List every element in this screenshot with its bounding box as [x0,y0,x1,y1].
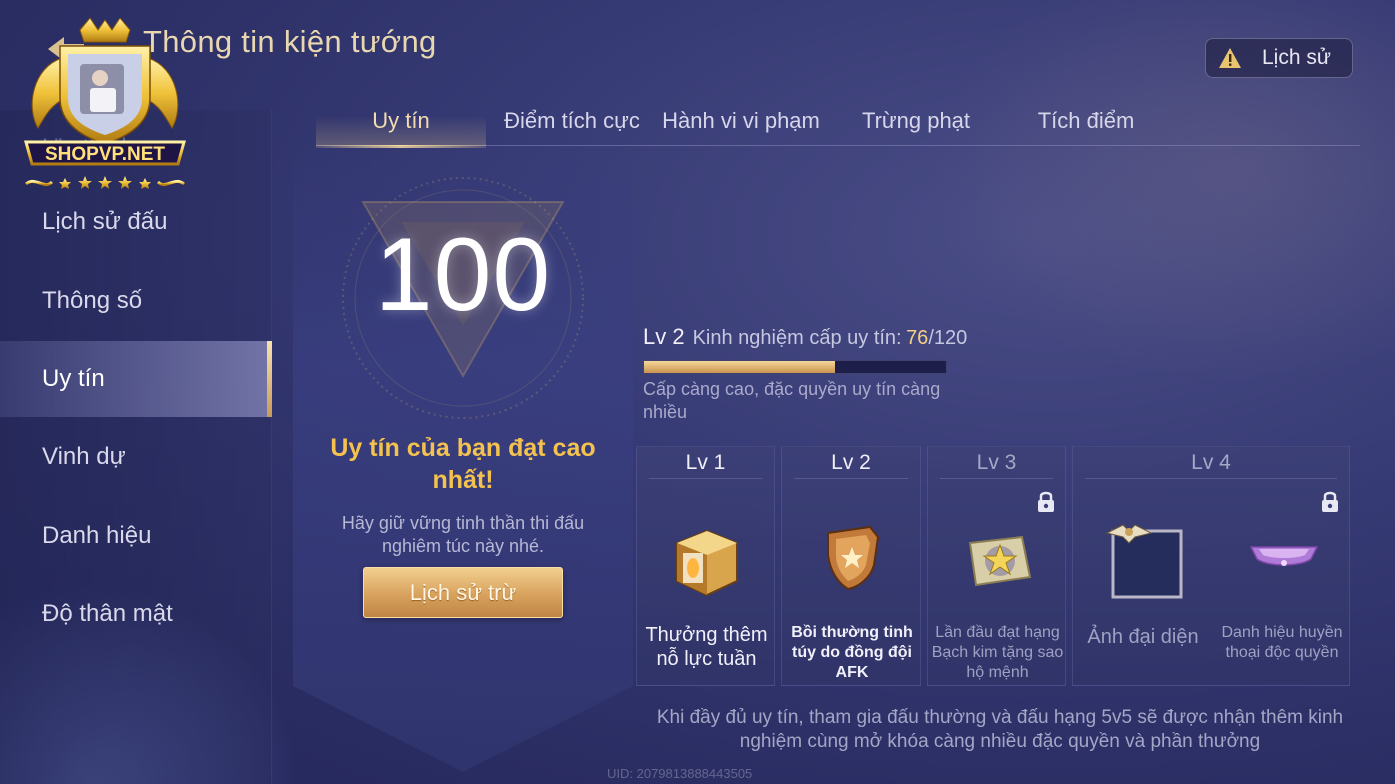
sidebar-item-stats[interactable]: Thông số [0,263,272,339]
tab-positive-points[interactable]: Điểm tích cực [492,96,652,146]
reward-caption: Lần đầu đạt hạng Bạch kim tặng sao hộ mệ… [931,624,1064,681]
deduction-history-label: Lịch sử trừ [409,579,517,605]
sidebar-item-label: Danh hiệu [42,522,152,549]
deduction-history-button[interactable]: Lịch sử trừ [363,567,563,618]
level-info: Lv 2 Kinh nghiệm cấp uy tín: 76/120 [643,324,967,350]
tab-bar: Uy tín Điểm tích cực Hành vi vi phạm Trừ… [316,96,1360,148]
reward-card-lv1[interactable]: Lv 1 Thưởng thêm nỗ lực tuần [636,446,775,686]
reward-caption: Thưởng thêm nỗ lực tuần [645,624,768,670]
tab-reputation[interactable]: Uy tín [316,96,486,148]
sidebar-item-label: Lịch sử đấu [42,208,168,235]
reward-caption: Ảnh đại diện [1087,626,1199,648]
purple-title-icon [1249,546,1319,566]
tab-label: Uy tín [372,108,430,133]
sidebar-item-label: Vinh dự [42,443,126,470]
tab-punishments[interactable]: Trừng phạt [836,96,996,146]
reward-caption: Danh hiệu huyền thoại độc quyền [1221,624,1343,661]
tab-label: Hành vi vi phạm [662,108,820,133]
exp-current: 76 [906,327,929,349]
sidebar-item-label: Uy tín [42,365,105,392]
sidebar-item-reputation[interactable]: Uy tín [0,341,272,417]
sidebar-item-match-history[interactable]: Lịch sử đấu [0,184,272,260]
golden-chest-icon [676,529,738,597]
tab-label: Tích điểm [1037,108,1135,133]
level-note: Cấp càng cao, đặc quyền uy tín càng nhiề… [643,379,941,422]
sidebar: Ưa thích Lịch sử đấu Thông số Uy tín Vin… [0,110,272,784]
reward-card-lv4[interactable]: Lv 4 Ảnh đại diện Danh hiệu huyền thoại … [1072,446,1350,686]
sidebar-item-honor[interactable]: Vinh dự [0,419,272,495]
reputation-score: 100 [374,217,552,333]
level-label: Lv 2 [643,324,685,349]
sidebar-item-label: Độ thân mật [42,600,173,627]
score-subtext: Hãy giữ vững tinh thần thi đấu nghiêm tú… [341,513,585,556]
reward-level-label: Lv 4 [1085,447,1337,479]
footer-note: Khi đầy đủ uy tín, tham gia đấu thường v… [656,707,1344,752]
bronze-shield-icon [827,525,880,591]
reward-card-lv3[interactable]: Lv 3 Lần đầu đạt hạng Bạch kim tặng sao … [927,446,1066,686]
star-card-icon [968,535,1032,587]
history-button-label: Lịch sử [1262,46,1331,69]
lock-icon [1038,491,1054,512]
sidebar-item-intimacy[interactable]: Độ thân mật [0,576,272,652]
exp-progress-bar [643,360,947,374]
reward-level-label: Lv 2 [794,447,908,479]
score-headline: Uy tín của bạn đạt cao nhất! [330,434,596,494]
reward-card-lv2[interactable]: Lv 2 Bồi thường tinh túy do đồng đội AFK [781,446,921,686]
tab-label: Trừng phạt [861,108,971,133]
tab-label: Điểm tích cực [504,108,640,133]
exp-progress-fill [644,361,836,373]
exp-label: Kinh nghiệm cấp uy tín: [692,327,902,349]
lock-icon [1322,491,1338,512]
user-uid: UID: 2079813888443505 [607,766,753,781]
logo-text: SHOPVP.NET [45,144,165,165]
page-title: Thông tin kiện tướng [143,24,437,59]
avatar-frame-icon [1105,524,1183,599]
reward-caption: Bồi thường tinh túy do đồng đội AFK [791,624,913,681]
history-button[interactable]: Lịch sử [1205,38,1353,78]
reputation-score-panel: 100 Uy tín của bạn đạt cao nhất! Hãy giữ… [293,146,633,774]
warning-icon [1219,48,1241,68]
reward-level-label: Lv 1 [649,447,762,479]
sidebar-item-label: Thông số [42,287,143,314]
exp-total: /120 [928,327,968,349]
tab-accumulate-points[interactable]: Tích điểm [1006,96,1166,146]
sidebar-item-titles[interactable]: Danh hiệu [0,498,272,574]
reward-level-label: Lv 3 [940,447,1053,479]
tab-violations[interactable]: Hành vi vi phạm [656,96,826,146]
